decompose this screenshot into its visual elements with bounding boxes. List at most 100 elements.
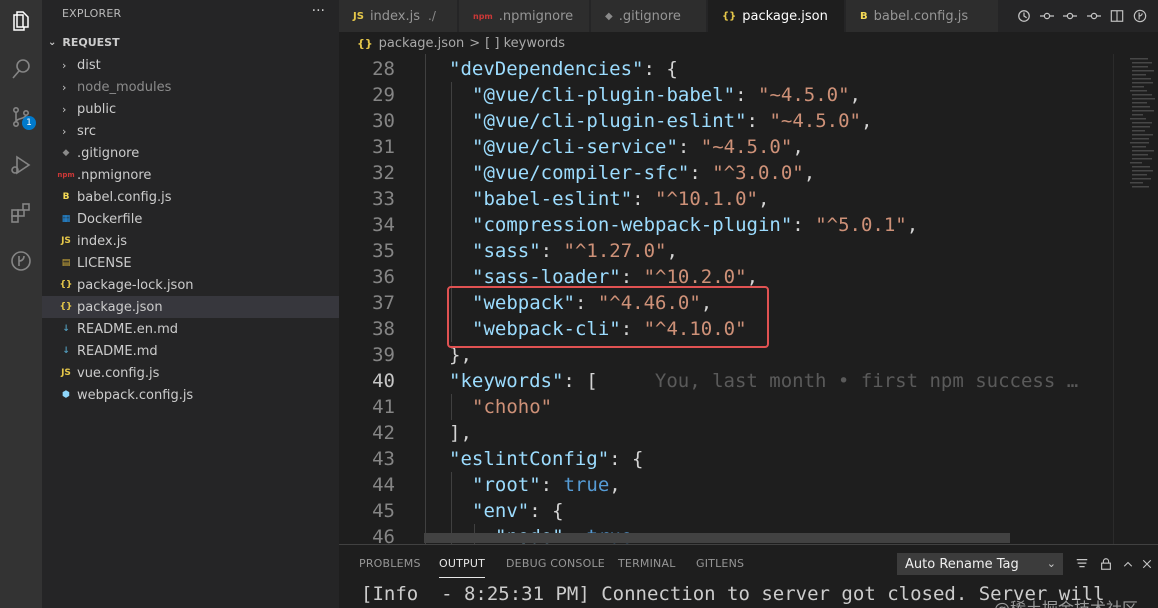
more-actions-icon[interactable]: ···: [312, 3, 325, 19]
maximize-panel-icon[interactable]: [1120, 556, 1136, 572]
indent-guide: [451, 498, 452, 524]
file-name: .gitignore: [77, 145, 140, 161]
file-item[interactable]: Bbabel.config.js: [42, 186, 339, 208]
explorer-icon[interactable]: [6, 6, 36, 36]
line-number: 33: [372, 188, 395, 210]
lock-scroll-icon[interactable]: [1098, 556, 1114, 572]
line-number: 44: [372, 474, 395, 496]
line-number-gutter: 28 29 30 31 32 33 34 35 36 37 38 39 40 41 42 43 44 45 46: [339, 54, 425, 544]
code-line[interactable]: "@vue/cli-plugin-babel": "~4.5.0",: [472, 82, 861, 108]
code-line[interactable]: "babel-eslint": "^10.1.0",: [472, 186, 769, 212]
tab-label: babel.config.js: [873, 8, 969, 24]
code-token: true: [563, 474, 610, 496]
line-number: 42: [372, 422, 395, 444]
panel-tab-gitlens[interactable]: GITLENS: [696, 557, 744, 570]
file-item[interactable]: ▦ Dockerfile: [42, 208, 339, 230]
file-item[interactable]: ⬢ webpack.config.js: [42, 384, 339, 406]
panel-tab-problems[interactable]: PROBLEMS: [359, 557, 421, 570]
file-name: webpack.config.js: [77, 387, 194, 403]
folder-item[interactable]: › node_modules: [42, 76, 339, 98]
file-name: README.md: [77, 343, 158, 359]
workspace-section[interactable]: ⌄ REQUEST: [48, 36, 120, 49]
extensions-icon[interactable]: [6, 198, 36, 228]
folder-item[interactable]: › dist: [42, 54, 339, 76]
file-name: .npmignore: [77, 167, 152, 183]
file-item[interactable]: ↓ README.en.md: [42, 318, 339, 340]
indent-guide: [451, 108, 452, 134]
output-channel-value: Auto Rename Tag: [905, 556, 1019, 572]
git-commit-icon[interactable]: [1038, 7, 1056, 25]
file-item[interactable]: ↓ README.md: [42, 340, 339, 362]
file-name: package-lock.json: [77, 277, 194, 293]
previous-change-icon[interactable]: [1061, 7, 1079, 25]
chevron-down-icon: ⌄: [48, 37, 57, 48]
code-line[interactable]: "@vue/cli-service": "~4.5.0",: [472, 134, 804, 160]
code-token: "~4.5.0": [758, 84, 850, 106]
tab-gitignore[interactable]: ◆ .gitignore: [591, 0, 707, 32]
split-editor-icon[interactable]: [1108, 7, 1126, 25]
code-line[interactable]: "sass": "^1.27.0",: [472, 238, 678, 264]
file-name: src: [77, 123, 96, 139]
code-line[interactable]: "env": {: [472, 498, 564, 524]
code-token: :: [677, 136, 701, 158]
line-number: 36: [372, 266, 395, 288]
npm-file-icon: npm: [57, 171, 75, 179]
file-item[interactable]: npm .npmignore: [42, 164, 339, 186]
code-token: "env": [472, 500, 530, 522]
chevron-right-icon: ›: [62, 124, 67, 138]
json-file-icon: {}: [59, 302, 73, 312]
code-line[interactable]: "keywords": [ You, last month • first np…: [449, 368, 1078, 394]
chevron-right-icon: ›: [62, 80, 67, 94]
code-token: ,: [860, 110, 873, 132]
minimap[interactable]: [1127, 54, 1158, 544]
close-icon[interactable]: [1139, 556, 1155, 572]
file-item[interactable]: {} package-lock.json: [42, 274, 339, 296]
clear-output-icon[interactable]: [1074, 556, 1090, 572]
file-item[interactable]: JS index.js: [42, 230, 339, 252]
file-type-icon: JS: [353, 10, 364, 22]
tab-package-json[interactable]: {} package.json: [708, 0, 845, 32]
tab-index-js[interactable]: JS index.js ./: [339, 0, 458, 32]
code-line[interactable]: "@vue/compiler-sfc": "^3.0.0",: [472, 160, 815, 186]
tab-babel-config-js[interactable]: Bbabel.config.js: [846, 0, 999, 32]
folder-item[interactable]: › public: [42, 98, 339, 120]
breadcrumb-symbol[interactable]: [ ] keywords: [485, 36, 565, 51]
code-line[interactable]: "root": true,: [472, 472, 621, 498]
file-item[interactable]: {} package.json: [42, 296, 339, 318]
file-name: README.en.md: [77, 321, 178, 337]
code-token: "^3.0.0": [712, 162, 804, 184]
code-line[interactable]: "devDependencies": {: [449, 56, 678, 82]
next-change-icon[interactable]: [1085, 7, 1103, 25]
gitlens-icon[interactable]: [6, 246, 36, 276]
breadcrumb-file[interactable]: package.json: [379, 36, 465, 51]
code-line[interactable]: "@vue/cli-plugin-eslint": "~4.5.0",: [472, 108, 872, 134]
run-debug-icon[interactable]: [6, 150, 36, 180]
vertical-scrollbar[interactable]: [1113, 54, 1127, 544]
file-item[interactable]: JS vue.config.js: [42, 362, 339, 384]
output-channel-select[interactable]: Auto Rename Tag ⌄: [897, 553, 1063, 575]
code-token: ],: [449, 422, 472, 444]
folder-item[interactable]: › src: [42, 120, 339, 142]
code-token: "^1.27.0": [563, 240, 667, 262]
file-type-icon: {}: [722, 10, 737, 22]
code-line[interactable]: "choho": [472, 394, 552, 420]
source-control-icon[interactable]: 1: [6, 102, 36, 132]
file-item[interactable]: ◆ .gitignore: [42, 142, 339, 164]
code-token: : [: [563, 370, 598, 392]
open-changes-icon[interactable]: [1131, 7, 1149, 25]
file-item[interactable]: ▤ LICENSE: [42, 252, 339, 274]
tab-npmignore[interactable]: npm .npmignore: [459, 0, 590, 32]
horizontal-scrollbar-thumb[interactable]: [424, 533, 1010, 543]
code-token: "@vue/compiler-sfc": [472, 162, 690, 184]
panel-tab-terminal[interactable]: TERMINAL: [618, 557, 676, 570]
js-file-icon: JS: [61, 368, 71, 378]
code-token: ,: [803, 162, 816, 184]
code-line[interactable]: "compression-webpack-plugin": "^5.0.1",: [472, 212, 918, 238]
panel-tab-debug-console[interactable]: DEBUG CONSOLE: [506, 557, 605, 570]
code-line[interactable]: "eslintConfig": {: [449, 446, 643, 472]
panel-tab-output[interactable]: OUTPUT: [439, 557, 486, 578]
code-line[interactable]: ],: [449, 420, 472, 446]
code-editor[interactable]: 28 29 30 31 32 33 34 35 36 37 38 39 40 41 42 43 44 45 46 "…: [339, 54, 1127, 544]
search-icon[interactable]: [6, 54, 36, 84]
timeline-icon[interactable]: [1015, 7, 1033, 25]
